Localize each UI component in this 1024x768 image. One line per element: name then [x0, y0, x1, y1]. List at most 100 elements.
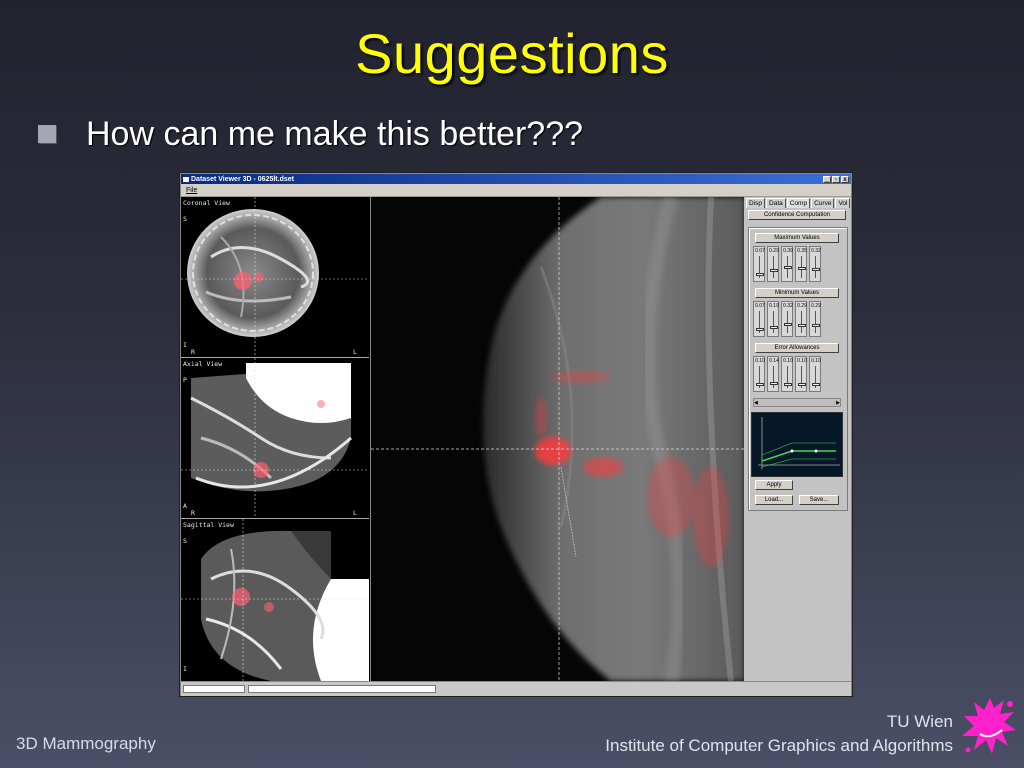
slider-thumb[interactable]	[812, 324, 820, 327]
bullet-text: How can me make this better???	[86, 114, 584, 153]
slider-thumb[interactable]	[784, 383, 792, 386]
error-allowances-button[interactable]: Error Allowances	[755, 343, 839, 353]
slider-value: 0.10	[797, 358, 807, 364]
slider[interactable]: 0.10	[781, 356, 793, 392]
slider[interactable]: 0.39	[781, 246, 793, 282]
slide-title: Suggestions	[355, 22, 669, 85]
axial-bottom-orientation: A	[183, 502, 187, 510]
volume-render-image	[371, 197, 745, 681]
menubar: File	[181, 184, 851, 197]
minimize-button[interactable]: _	[823, 175, 831, 183]
slider-thumb[interactable]	[756, 273, 764, 276]
slider[interactable]: 0.10	[795, 356, 807, 392]
slider[interactable]: 0.32	[781, 301, 793, 337]
slider-value: 0.29	[811, 303, 821, 309]
slider-value: 0.10	[811, 358, 821, 364]
footer-course: 3D Mammography	[16, 734, 156, 753]
maximize-button[interactable]: ▫	[832, 175, 840, 183]
minimum-values-sliders: 0.07 0.19 0.32 0.29 0.29	[753, 301, 821, 337]
maximum-values-button[interactable]: Maximum Values	[755, 233, 839, 243]
scroll-right-icon[interactable]: ▶	[836, 400, 840, 406]
panel-tabs: Disp Data Comp Curve Vol	[746, 198, 851, 208]
scroll-left-icon[interactable]: ◀	[754, 400, 758, 406]
slider[interactable]: 0.29	[809, 301, 821, 337]
status-field-1	[183, 685, 245, 693]
slider[interactable]: 0.29	[767, 246, 779, 282]
axial-view-label: Axial View	[183, 360, 223, 368]
slider-value: 0.39	[783, 248, 793, 254]
slider[interactable]: 0.07	[753, 246, 765, 282]
menu-file[interactable]: File	[186, 187, 197, 194]
coronal-top-orientation: S	[183, 215, 187, 223]
axial-left-orientation: R	[191, 509, 195, 517]
slider[interactable]: 0.29	[795, 301, 807, 337]
load-button[interactable]: Load...	[755, 495, 793, 505]
tab-disp[interactable]: Disp	[746, 198, 766, 208]
close-button[interactable]: x	[841, 175, 849, 183]
axial-image	[181, 358, 369, 518]
window-titlebar[interactable]: Dataset Viewer 3D - 0625lt.dset _ ▫ x	[181, 174, 851, 184]
slider-thumb[interactable]	[784, 266, 792, 269]
slider-value: 0.32	[783, 303, 793, 309]
slider-thumb[interactable]	[770, 326, 778, 329]
slider-value: 0.32	[811, 248, 821, 254]
sagittal-top-orientation: S	[183, 537, 187, 545]
bullet-square-icon	[38, 125, 56, 143]
slider-thumb[interactable]	[770, 382, 778, 385]
slider-thumb[interactable]	[756, 328, 764, 331]
minimum-values-button[interactable]: Minimum Values	[755, 288, 839, 298]
sagittal-view-label: Sagittal View	[183, 521, 234, 529]
slider-value: 0.10	[755, 358, 765, 364]
tab-vol[interactable]: Vol	[835, 198, 851, 208]
slider[interactable]: 0.07	[753, 301, 765, 337]
tab-curve[interactable]: Curve	[811, 198, 835, 208]
sagittal-view[interactable]: Sagittal View S I	[181, 519, 369, 681]
coronal-left-orientation: R	[191, 348, 195, 356]
slider-thumb[interactable]	[798, 324, 806, 327]
slider[interactable]: 0.10	[809, 356, 821, 392]
slider-value: 0.10	[783, 358, 793, 364]
slider-track	[801, 311, 802, 333]
volume-render-view[interactable]	[370, 197, 745, 681]
slider-thumb[interactable]	[784, 323, 792, 326]
slider-value: 0.19	[769, 303, 779, 309]
slider-value: 0.29	[797, 303, 807, 309]
slider[interactable]: 0.32	[809, 246, 821, 282]
axial-top-orientation: P	[183, 376, 187, 384]
slider[interactable]: 0.35	[795, 246, 807, 282]
slider[interactable]: 0.14	[767, 356, 779, 392]
slider-track	[815, 311, 816, 333]
status-bar	[181, 681, 851, 696]
coronal-right-orientation: L	[353, 348, 357, 356]
confidence-computation-button[interactable]: Confidence Computation	[748, 210, 846, 220]
slider[interactable]: 0.19	[767, 301, 779, 337]
coronal-view[interactable]: Coronal View S I R L	[181, 197, 369, 358]
slider-value: 0.29	[769, 248, 779, 254]
axial-right-orientation: L	[353, 509, 357, 517]
slider[interactable]: 0.10	[753, 356, 765, 392]
curve-preview	[751, 412, 843, 477]
slider-thumb[interactable]	[798, 383, 806, 386]
apply-button[interactable]: Apply	[755, 480, 793, 490]
horizontal-scrollbar[interactable]: ◀ ▶	[753, 398, 841, 407]
slider-thumb[interactable]	[756, 383, 764, 386]
slider-track	[773, 256, 774, 278]
slice-views: Coronal View S I R L Axial View P A R L …	[181, 197, 370, 681]
tab-data[interactable]: Data	[766, 198, 786, 208]
slider-thumb[interactable]	[770, 269, 778, 272]
slider-value: 0.14	[769, 358, 779, 364]
footer-institute-name: Institute of Computer Graphics and Algor…	[605, 736, 953, 755]
axial-view[interactable]: Axial View P A R L	[181, 358, 369, 519]
tab-comp[interactable]: Comp	[786, 198, 811, 208]
app-window: Dataset Viewer 3D - 0625lt.dset _ ▫ x Fi…	[180, 173, 852, 696]
coronal-view-label: Coronal View	[183, 199, 230, 207]
slider-track	[773, 311, 774, 333]
save-button[interactable]: Save...	[799, 495, 839, 505]
status-field-2	[248, 685, 436, 693]
slider-thumb[interactable]	[812, 268, 820, 271]
slider-thumb[interactable]	[798, 267, 806, 270]
footer-university: TU Wien	[886, 712, 953, 731]
slider-value: 0.35	[797, 248, 807, 254]
maximum-values-sliders: 0.07 0.29 0.39 0.35 0.32	[753, 246, 821, 282]
slider-thumb[interactable]	[812, 383, 820, 386]
